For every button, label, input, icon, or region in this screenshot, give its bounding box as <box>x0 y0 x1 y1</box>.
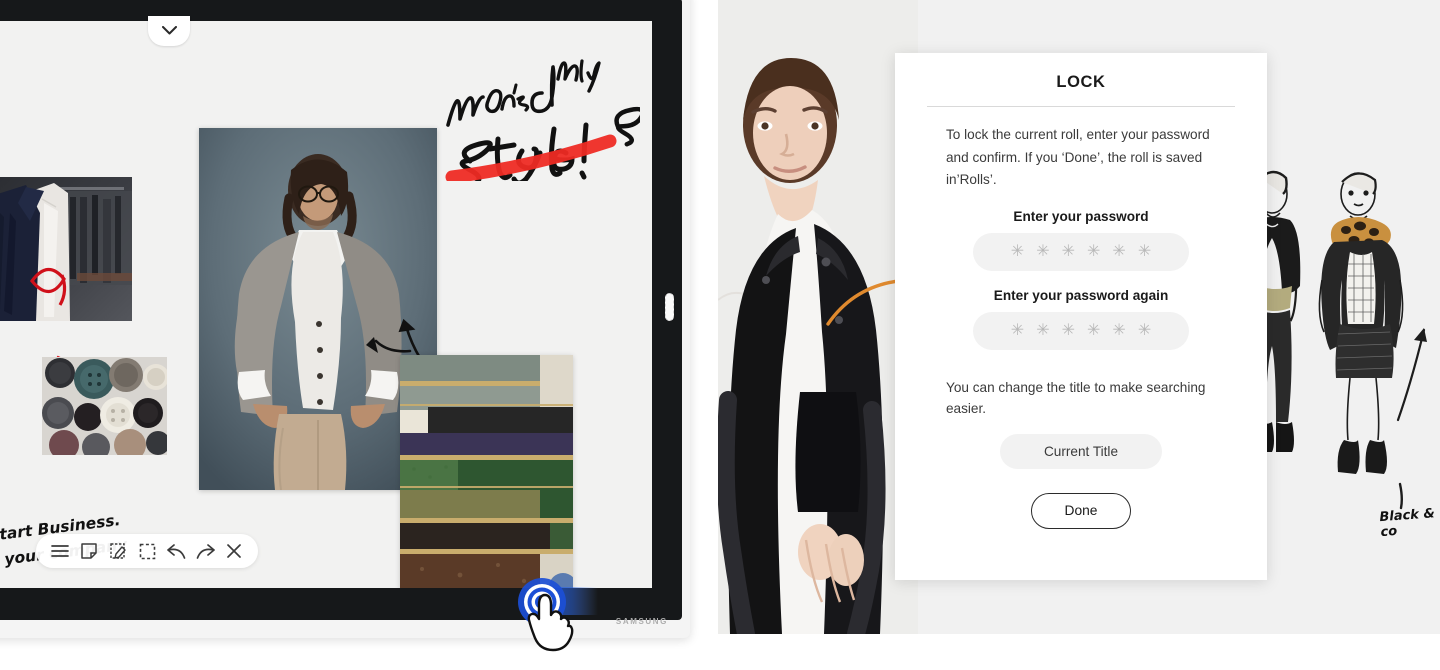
done-button[interactable]: Done <box>1031 492 1131 529</box>
samsung-flip-device: SAMSUNG Start Business. your <box>0 0 700 655</box>
chevron-down-icon <box>161 22 177 40</box>
dialog-title: LOCK <box>1056 73 1106 91</box>
photo-mannequin[interactable] <box>0 177 132 321</box>
password-mask-char: ✳ <box>1061 242 1075 260</box>
undo-icon[interactable] <box>166 541 186 561</box>
fashion-sketches[interactable] <box>1250 160 1440 490</box>
canvas-toolbar[interactable] <box>36 534 258 568</box>
right-preview-panel: Black & co LOCK To lock the current roll… <box>718 0 1440 634</box>
samsung-brand-logo: SAMSUNG <box>615 617 668 626</box>
annotation-tick-mark <box>1398 482 1403 510</box>
collapse-panel-button[interactable] <box>148 16 190 46</box>
device-screen: Black <box>0 21 652 588</box>
password-mask-char: ✳ <box>1061 321 1075 339</box>
screenshot-root: SAMSUNG Start Business. your Black & co … <box>0 0 1440 670</box>
annotation-title-handwriting <box>445 59 640 181</box>
annotation-black-and-co: Black & co <box>1379 506 1436 541</box>
lock-dialog[interactable]: LOCK To lock the current roll, enter you… <box>895 53 1267 580</box>
title-hint-text: You can change the title to make searchi… <box>946 379 1206 416</box>
title-input[interactable]: Current Title <box>1000 433 1162 469</box>
photo-buttons[interactable] <box>42 357 167 455</box>
password-confirm-label: Enter your password again <box>993 287 1169 303</box>
password-label: Enter your password <box>1013 208 1149 224</box>
password-mask-char: ✳ <box>1112 321 1126 339</box>
password-mask-char: ✳ <box>1010 321 1025 339</box>
tap-gesture-icon <box>506 575 598 663</box>
password-mask-char: ✳ <box>1036 321 1050 339</box>
password-mask-char: ✳ <box>1112 242 1126 260</box>
device-frame: SAMSUNG Start Business. your <box>0 0 690 638</box>
edit-note-icon[interactable] <box>108 541 128 561</box>
password-mask-char: ✳ <box>1087 242 1101 260</box>
password-mask-char: ✳ <box>1010 242 1025 260</box>
redo-icon[interactable] <box>195 541 215 561</box>
password-input[interactable]: ✳ ✳ ✳ ✳ ✳ ✳ <box>973 232 1189 271</box>
password-mask-char: ✳ <box>1036 242 1050 260</box>
menu-icon[interactable] <box>50 541 70 561</box>
dialog-divider <box>927 106 1235 107</box>
side-drag-handle[interactable] <box>665 293 674 321</box>
note-icon[interactable] <box>79 541 99 561</box>
password-confirm-input[interactable]: ✳ ✳ ✳ ✳ ✳ ✳ <box>973 311 1189 350</box>
close-icon[interactable] <box>224 541 244 561</box>
password-mask-char: ✳ <box>1087 321 1101 339</box>
dialog-description: To lock the current roll, enter your pas… <box>946 127 1210 187</box>
flipchart-canvas[interactable]: Black <box>0 21 652 588</box>
password-mask-char: ✳ <box>1137 242 1152 260</box>
photo-fabric[interactable] <box>400 355 573 588</box>
password-mask-char: ✳ <box>1137 321 1152 339</box>
select-area-icon[interactable] <box>137 541 157 561</box>
